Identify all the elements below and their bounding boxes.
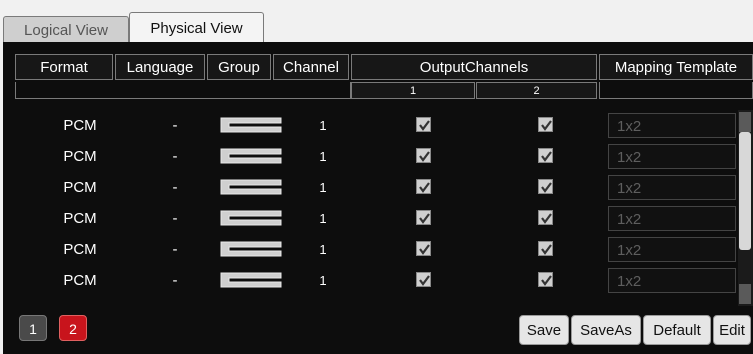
table-row[interactable]: PCM -1 1x2 — [3, 234, 738, 265]
default-button[interactable]: Default — [643, 315, 711, 345]
save-as-button[interactable]: SaveAs — [571, 315, 641, 345]
scroll-up-icon[interactable] — [739, 112, 751, 132]
output-1-checkbox[interactable] — [416, 117, 431, 132]
mapping-template-field[interactable]: 1x2 — [608, 268, 736, 293]
row-language: - — [172, 117, 178, 134]
table-row[interactable]: PCM -1 1x2 — [3, 203, 738, 234]
output-2-checkbox[interactable] — [538, 210, 553, 225]
output-1-checkbox[interactable] — [416, 148, 431, 163]
output-2-checkbox[interactable] — [538, 117, 553, 132]
row-channel: 1 — [319, 273, 327, 288]
row-channel: 1 — [319, 180, 327, 195]
header-output-channels: OutputChannels — [351, 54, 597, 80]
header-channel: Channel — [273, 54, 349, 80]
page-1-button[interactable]: 1 — [19, 315, 47, 341]
tab-physical-view[interactable]: Physical View — [129, 12, 264, 44]
header-mapping-template: Mapping Template — [599, 54, 753, 80]
output-1-checkbox[interactable] — [416, 241, 431, 256]
output-1-checkbox[interactable] — [416, 272, 431, 287]
page-2-button[interactable]: 2 — [59, 315, 87, 341]
subheader-blank-right — [599, 82, 753, 99]
output-2-checkbox[interactable] — [538, 241, 553, 256]
tab-logical-view[interactable]: Logical View — [3, 16, 129, 44]
table-row[interactable]: PCM -1 1x2 — [3, 265, 738, 296]
row-channel: 1 — [319, 118, 327, 133]
group-icon[interactable] — [219, 178, 283, 196]
row-language: - — [172, 241, 178, 258]
row-language: - — [172, 272, 178, 289]
row-language: - — [172, 148, 178, 165]
edit-button[interactable]: Edit — [713, 315, 751, 345]
row-channel: 1 — [319, 242, 327, 257]
scroll-down-icon[interactable] — [739, 284, 751, 304]
row-language: - — [172, 179, 178, 196]
mapping-template-field[interactable]: 1x2 — [608, 113, 736, 138]
output-2-checkbox[interactable] — [538, 179, 553, 194]
row-channel: 1 — [319, 149, 327, 164]
row-channel: 1 — [319, 211, 327, 226]
header-format: Format — [15, 54, 113, 80]
table-scrollbar[interactable] — [738, 110, 753, 306]
output-1-checkbox[interactable] — [416, 210, 431, 225]
table-row[interactable]: PCM -1 1x2 — [3, 172, 738, 203]
save-button[interactable]: Save — [519, 315, 569, 345]
view-tabs: Logical View Physical View — [0, 0, 753, 44]
subheader-blank — [15, 82, 351, 99]
group-icon[interactable] — [219, 240, 283, 258]
header-language: Language — [115, 54, 205, 80]
table-row[interactable]: PCM -1 1x2 — [3, 110, 738, 141]
physical-view-panel: Format Language Group Channel OutputChan… — [3, 42, 753, 354]
group-icon[interactable] — [219, 147, 283, 165]
group-icon[interactable] — [219, 271, 283, 289]
header-group: Group — [207, 54, 271, 80]
mapping-template-field[interactable]: 1x2 — [608, 175, 736, 200]
mapping-template-field[interactable]: 1x2 — [608, 144, 736, 169]
row-language: - — [172, 210, 178, 227]
table-row[interactable]: PCM -1 1x2 — [3, 141, 738, 172]
group-icon[interactable] — [219, 209, 283, 227]
subheader-output-1: 1 — [351, 82, 475, 99]
mapping-template-field[interactable]: 1x2 — [608, 237, 736, 262]
output-2-checkbox[interactable] — [538, 272, 553, 287]
scroll-thumb[interactable] — [739, 132, 751, 250]
output-1-checkbox[interactable] — [416, 179, 431, 194]
output-2-checkbox[interactable] — [538, 148, 553, 163]
subheader-output-2: 2 — [476, 82, 597, 99]
group-icon[interactable] — [219, 116, 283, 134]
mapping-template-field[interactable]: 1x2 — [608, 206, 736, 231]
mapping-table: PCM -1 1x2 PCM -1 1x2 PCM -1 1x2 PCM -1 1x2 PCM -1 1x2… — [3, 110, 738, 310]
